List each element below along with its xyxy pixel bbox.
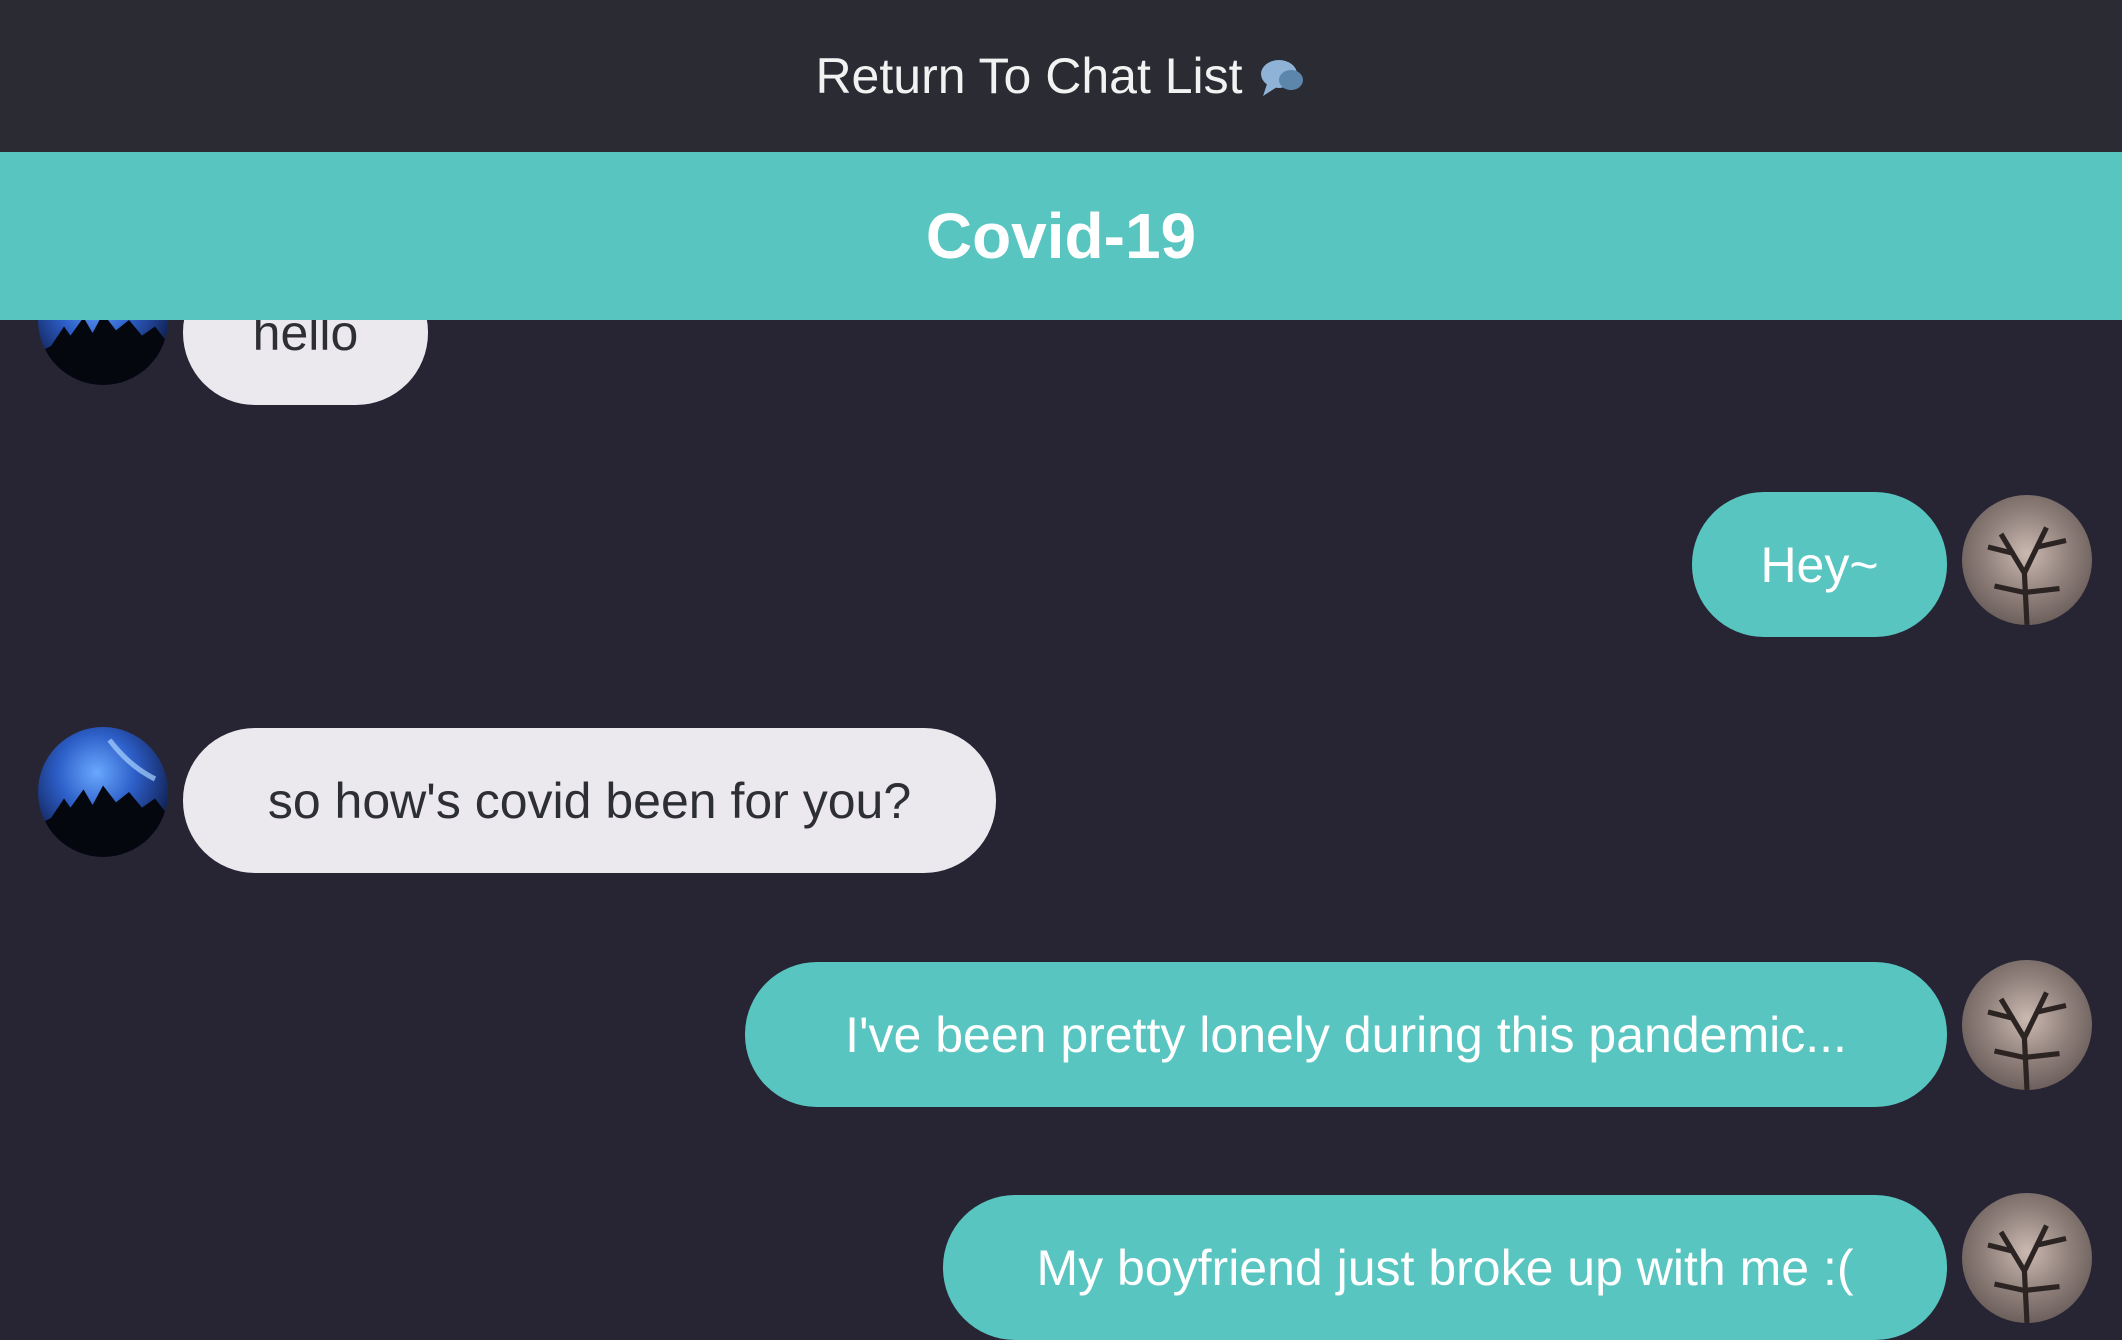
- tree-branches-icon: [1987, 991, 2067, 1090]
- message-bubble[interactable]: I've been pretty lonely during this pand…: [745, 962, 1947, 1107]
- user-avatar[interactable]: [1962, 960, 2092, 1090]
- message-bubble[interactable]: Hey~: [1692, 492, 1947, 637]
- return-label: Return To Chat List: [815, 48, 1243, 104]
- night-sky-icon: [38, 738, 168, 857]
- contact-avatar[interactable]: [38, 727, 168, 857]
- tree-branches-icon: [1987, 526, 2067, 625]
- chat-title: Covid-19: [925, 200, 1197, 272]
- speech-bubble-icon: [1257, 54, 1307, 98]
- chat-header: Covid-19: [0, 152, 2122, 320]
- user-avatar[interactable]: [1962, 1193, 2092, 1323]
- return-to-chat-list-link[interactable]: Return To Chat List: [815, 47, 1306, 105]
- message-bubble[interactable]: My boyfriend just broke up with me :(: [943, 1195, 1947, 1340]
- message-bubble[interactable]: so how's covid been for you?: [183, 728, 996, 873]
- user-avatar[interactable]: [1962, 495, 2092, 625]
- tree-branches-icon: [1987, 1224, 2067, 1323]
- top-nav-bar: Return To Chat List: [0, 0, 2122, 152]
